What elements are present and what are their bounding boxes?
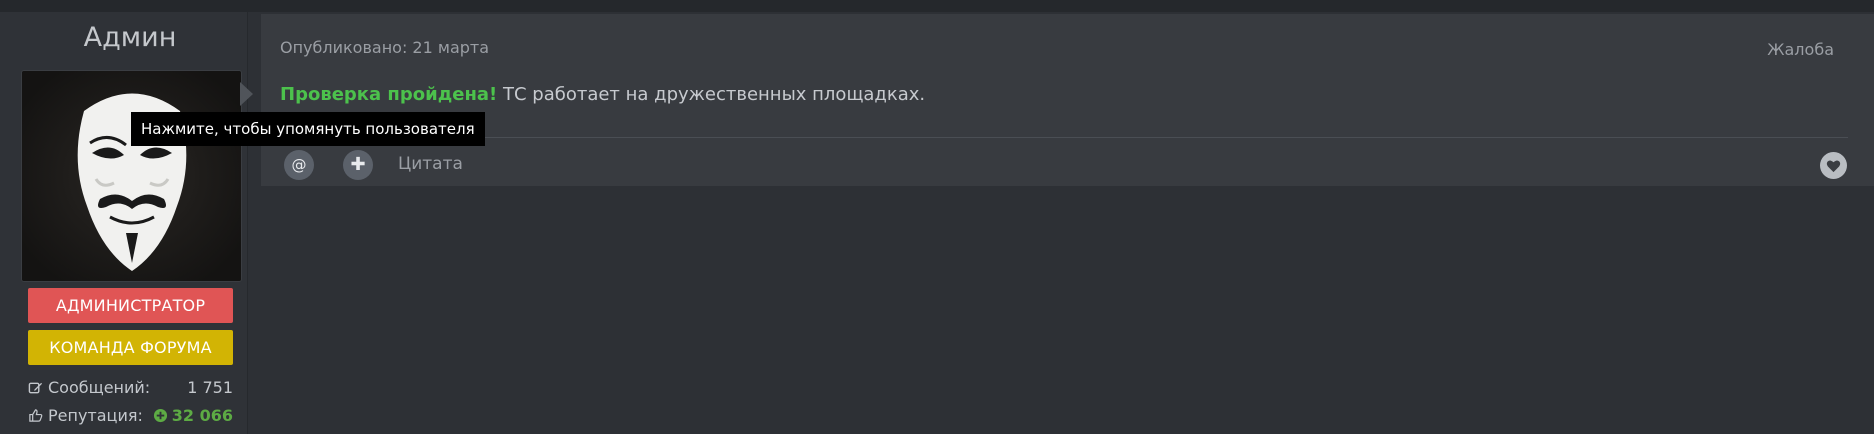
role-badge-administrator: АДМИНИСТРАТОР <box>28 288 233 323</box>
reputation-value: 32 066 <box>171 406 233 425</box>
messages-value: 1 751 <box>187 378 233 397</box>
post-highlight: Проверка пройдена! <box>280 84 498 105</box>
heart-icon <box>1826 160 1841 172</box>
like-button[interactable] <box>1820 152 1847 179</box>
post-pointer-arrow <box>240 82 253 106</box>
post-text: ТС работает на дружественных площадках. <box>497 84 926 105</box>
avatar[interactable] <box>21 70 242 282</box>
post-content: Проверка пройдена! ТС работает на дружес… <box>280 84 925 105</box>
mention-tooltip: Нажмите, чтобы упомянуть пользователя <box>131 112 485 146</box>
edit-icon <box>28 382 43 394</box>
top-bar <box>0 0 1874 12</box>
multiquote-button[interactable]: ✚ <box>343 150 373 180</box>
stat-reputation: Репутация: 32 066 <box>28 406 233 430</box>
stat-messages: Сообщений: 1 751 <box>28 378 233 402</box>
role-badge-forum-team: КОМАНДА ФОРУМА <box>28 330 233 365</box>
reputation-label: Репутация: <box>48 406 143 425</box>
messages-label: Сообщений: <box>48 378 151 397</box>
post-date[interactable]: Опубликовано: 21 марта <box>280 38 489 57</box>
quote-button[interactable]: Цитата <box>398 154 463 174</box>
thumbs-up-icon <box>29 409 43 422</box>
report-link[interactable]: Жалоба <box>1767 40 1834 59</box>
mention-button[interactable]: @ <box>284 150 314 180</box>
guy-fawkes-mask-icon <box>22 71 241 281</box>
post-divider <box>280 137 1848 138</box>
plus-circle-icon <box>153 408 167 423</box>
username[interactable]: Админ <box>0 22 260 53</box>
